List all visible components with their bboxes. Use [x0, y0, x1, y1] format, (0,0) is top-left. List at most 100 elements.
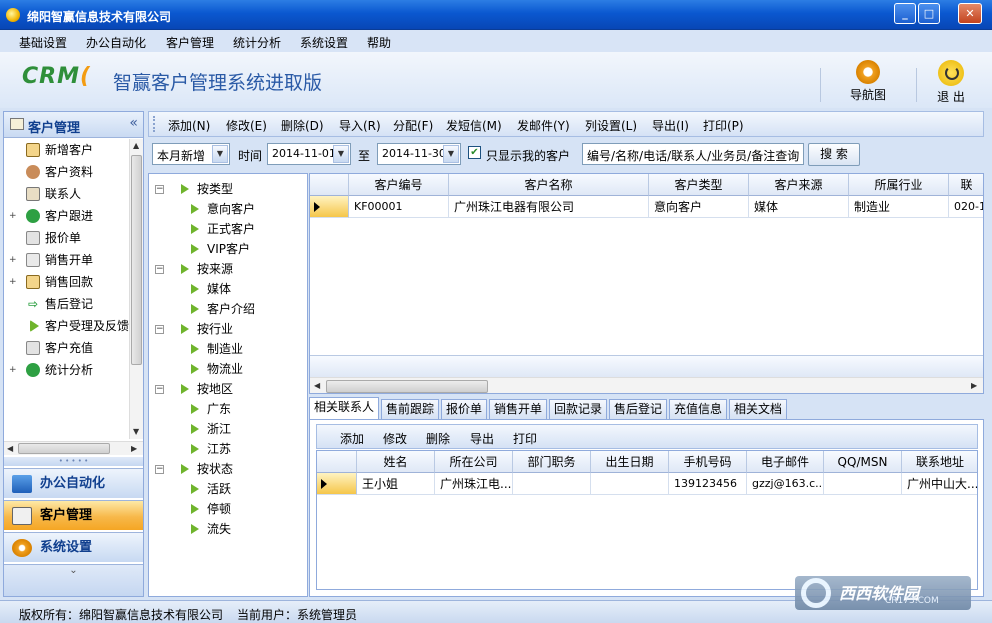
tree-leaf[interactable]: 客户介绍 [191, 300, 255, 318]
tree-leaf[interactable]: 江苏 [191, 440, 231, 458]
scroll-up-icon[interactable]: ▲ [133, 141, 139, 150]
export-button[interactable]: 导出(I) [652, 117, 689, 134]
table-cell[interactable]: 020-1 [949, 196, 983, 218]
column-header[interactable]: 客户名称 [449, 174, 649, 196]
search-input[interactable]: 编号/名称/电话/联系人/业务员/备注查询 [582, 143, 804, 165]
chevron-down-icon[interactable]: ▼ [333, 145, 349, 163]
row-selector[interactable] [317, 473, 357, 495]
nav-horizontal-scrollbar[interactable]: ◀ ▶ [4, 441, 143, 455]
tab-related-docs[interactable]: 相关文档 [729, 399, 787, 419]
add-button[interactable]: 添加(N) [168, 117, 210, 134]
send-email-button[interactable]: 发邮件(Y) [517, 117, 570, 134]
expand-icon[interactable]: + [9, 212, 17, 221]
table-cell[interactable] [824, 473, 902, 495]
tree-leaf[interactable]: 媒体 [191, 280, 231, 298]
splitter-grip[interactable]: • • • • • [4, 457, 143, 466]
nav-item-quotation[interactable]: 报价单 [4, 227, 129, 249]
tab-related-contacts[interactable]: 相关联系人 [309, 397, 379, 419]
print-button[interactable]: 打印(P) [703, 117, 744, 134]
scroll-thumb[interactable] [18, 443, 110, 454]
tree-leaf[interactable]: 广东 [191, 400, 231, 418]
nav-item-feedback[interactable]: 客户受理及反馈 [4, 315, 129, 337]
row-selector[interactable] [310, 196, 349, 218]
column-header[interactable]: QQ/MSN [824, 451, 902, 473]
column-header[interactable]: 电子邮件 [747, 451, 824, 473]
date-from-picker[interactable]: 2014-11-01 ▼ [267, 143, 351, 165]
tree-leaf[interactable]: 活跃 [191, 480, 231, 498]
table-cell[interactable] [513, 473, 591, 495]
module-system-settings[interactable]: 系统设置 [4, 532, 143, 562]
expand-icon[interactable]: + [9, 366, 17, 375]
close-button[interactable]: ✕ [958, 3, 982, 24]
column-settings-button[interactable]: 列设置(L) [585, 117, 637, 134]
module-overflow[interactable]: ⌄ [4, 564, 143, 596]
column-header[interactable]: 联系地址 [902, 451, 977, 473]
tree-node-by-status[interactable]: − 按状态 [155, 460, 233, 478]
nav-item-new-customer[interactable]: 新增客户 [4, 139, 129, 161]
contact-add-button[interactable]: 添加 [340, 430, 364, 447]
table-cell[interactable]: 广州中山大... [902, 473, 977, 495]
column-header[interactable]: 所属行业 [849, 174, 949, 196]
only-mine-checkbox[interactable]: ✔ [468, 146, 481, 159]
column-header[interactable]: 手机号码 [669, 451, 747, 473]
chevron-down-icon[interactable]: ▼ [443, 145, 459, 163]
nav-item-follow-up[interactable]: + 客户跟进 [4, 205, 129, 227]
table-cell[interactable]: 王小姐 [357, 473, 435, 495]
contact-print-button[interactable]: 打印 [513, 430, 537, 447]
table-cell[interactable]: gzzj@163.c... [747, 473, 824, 495]
tree-leaf[interactable]: 浙江 [191, 420, 231, 438]
tree-node-by-type[interactable]: − 按类型 [155, 180, 233, 198]
contact-delete-button[interactable]: 删除 [426, 430, 450, 447]
nav-item-sales-order[interactable]: + 销售开单 [4, 249, 129, 271]
tree-node-by-source[interactable]: − 按来源 [155, 260, 233, 278]
module-customer-management[interactable]: 客户管理 [4, 500, 143, 530]
menu-statistics[interactable]: 统计分析 [233, 34, 281, 51]
nav-item-customer-info[interactable]: 客户资料 [4, 161, 129, 183]
menu-office-automation[interactable]: 办公自动化 [86, 34, 146, 51]
chevron-down-icon[interactable]: ▼ [212, 145, 228, 163]
table-cell[interactable]: 广州珠江电器有限公司 [449, 196, 649, 218]
column-header[interactable]: 联 [949, 174, 983, 196]
nav-map-button[interactable]: 导航图 [845, 60, 891, 103]
collapse-icon[interactable]: − [155, 185, 164, 194]
maximize-button[interactable]: □ [918, 3, 940, 24]
collapse-icon[interactable]: − [155, 465, 164, 474]
tab-presales-tracking[interactable]: 售前跟踪 [381, 399, 439, 419]
tree-leaf[interactable]: 制造业 [191, 340, 243, 358]
collapse-icon[interactable]: − [155, 265, 164, 274]
menu-basic-settings[interactable]: 基础设置 [19, 34, 67, 51]
tree-leaf[interactable]: 流失 [191, 520, 231, 538]
module-office-automation[interactable]: 办公自动化 [4, 468, 143, 498]
table-cell[interactable]: KF00001 [349, 196, 449, 218]
period-select[interactable]: 本月新增 ▼ [152, 143, 230, 165]
scroll-thumb[interactable] [326, 380, 488, 393]
tab-after-sales[interactable]: 售后登记 [609, 399, 667, 419]
scroll-left-icon[interactable]: ◀ [7, 444, 13, 453]
tree-node-by-region[interactable]: − 按地区 [155, 380, 233, 398]
nav-item-statistics[interactable]: + 统计分析 [4, 359, 129, 381]
tree-node-by-industry[interactable]: − 按行业 [155, 320, 233, 338]
column-header[interactable]: 出生日期 [591, 451, 669, 473]
menu-customer-management[interactable]: 客户管理 [166, 34, 214, 51]
collapse-icon[interactable]: « [129, 115, 138, 131]
tree-leaf[interactable]: 物流业 [191, 360, 243, 378]
tab-payment-records[interactable]: 回款记录 [549, 399, 607, 419]
nav-vertical-scrollbar[interactable]: ▲ ▼ [129, 139, 143, 439]
expand-icon[interactable]: + [9, 278, 17, 287]
menu-help[interactable]: 帮助 [367, 34, 391, 51]
delete-button[interactable]: 删除(D) [281, 117, 324, 134]
scroll-left-icon[interactable]: ◀ [314, 381, 320, 390]
nav-item-sales-payment[interactable]: + 销售回款 [4, 271, 129, 293]
column-header[interactable]: 客户类型 [649, 174, 749, 196]
scroll-right-icon[interactable]: ▶ [131, 444, 137, 453]
tree-leaf[interactable]: 意向客户 [191, 200, 255, 218]
tab-quotation[interactable]: 报价单 [441, 399, 487, 419]
tab-recharge-info[interactable]: 充值信息 [669, 399, 727, 419]
nav-item-after-sales[interactable]: ⇨ 售后登记 [4, 293, 129, 315]
table-cell[interactable]: 意向客户 [649, 196, 749, 218]
tab-sales-order[interactable]: 销售开单 [489, 399, 547, 419]
column-header[interactable]: 客户来源 [749, 174, 849, 196]
column-header[interactable]: 部门职务 [513, 451, 591, 473]
table-cell[interactable] [591, 473, 669, 495]
grid-horizontal-scrollbar[interactable]: ◀ ▶ [310, 377, 983, 393]
